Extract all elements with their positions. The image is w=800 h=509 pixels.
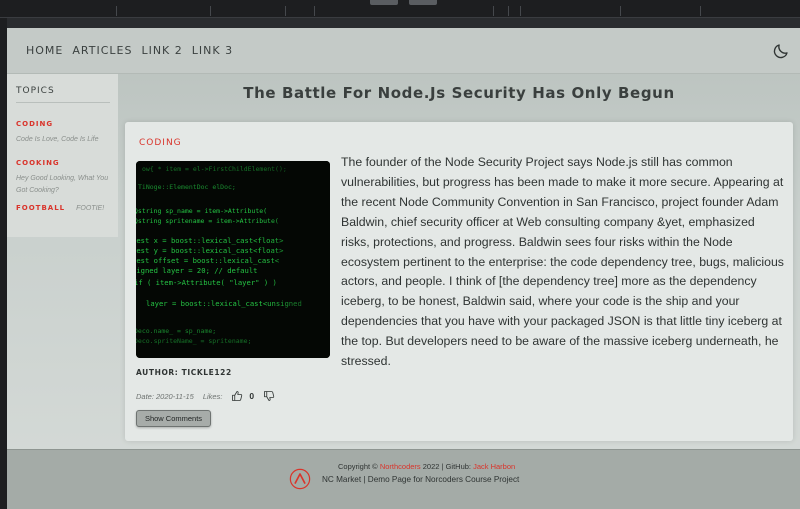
- toolbar-button[interactable]: [409, 0, 437, 5]
- footer-copyright: Copyright © Northcoders 2022 | GitHub: J…: [338, 462, 515, 471]
- browser-toolbar-strip: [0, 0, 800, 18]
- github-link[interactable]: Jack Harbon: [473, 462, 515, 471]
- article-image: ow{ * item = el->FirstChildElement(); Ti…: [136, 161, 330, 358]
- svg-text:Deco.spriteName_ = spritename;: Deco.spriteName_ = spritename;: [136, 337, 251, 345]
- article-card: CODING ow{ * item = el->FirstChildElemen…: [125, 122, 793, 441]
- svg-text:Qstring sp_name = item->Attrib: Qstring sp_name = item->Attribute(: [136, 207, 267, 215]
- toolbar-divider: [314, 6, 315, 16]
- toolbar-button[interactable]: [370, 0, 398, 5]
- toolbar-divider: [520, 6, 521, 16]
- page: HOME ARTICLES LINK 2 LINK 3 TOPICS CODIN…: [7, 28, 800, 509]
- nav-links: HOME ARTICLES LINK 2 LINK 3: [26, 44, 233, 57]
- nav-link-articles[interactable]: ARTICLES: [72, 44, 132, 57]
- toolbar-divider: [210, 6, 211, 16]
- toolbar-divider: [285, 6, 286, 16]
- sidebar-title: TOPICS: [16, 86, 110, 103]
- article-date: Date: 2020-11-15: [136, 391, 194, 401]
- svg-text:if ( item->Attribute( "layer": if ( item->Attribute( "layer" ) ): [136, 278, 277, 287]
- footer-tagline: NC Market | Demo Page for Norcoders Cour…: [322, 475, 520, 484]
- nav-link-2[interactable]: LINK 2: [141, 44, 182, 57]
- svg-text:Qstring spritename = item->Att: Qstring spritename = item->Attribute(: [136, 217, 279, 225]
- topic-coding: CODING Code Is Love, Code Is Life: [16, 113, 110, 146]
- window-gutter: [0, 18, 7, 509]
- article-topic[interactable]: CODING: [139, 138, 182, 148]
- thumbs-up-icon[interactable]: [231, 390, 243, 402]
- topics-sidebar: TOPICS CODING Code Is Love, Code Is Life…: [7, 74, 118, 237]
- show-comments-button[interactable]: Show Comments: [136, 410, 211, 427]
- topic-label[interactable]: FOOTBALL: [16, 204, 65, 212]
- topic-label[interactable]: COOKING: [16, 159, 60, 167]
- toolbar-divider: [508, 6, 509, 16]
- svg-text:test y = boost::lexical_cast<f: test y = boost::lexical_cast<float>: [136, 246, 284, 255]
- moon-icon[interactable]: [772, 42, 790, 60]
- topic-football: FOOTBALL FOOTIE!: [16, 203, 110, 215]
- footer: Copyright © Northcoders 2022 | GitHub: J…: [7, 449, 800, 509]
- page-title: The Battle For Node.Js Security Has Only…: [243, 84, 675, 102]
- svg-text:test offset = boost::lexical_c: test offset = boost::lexical_cast<: [136, 256, 280, 265]
- copyright-mid: 2022 | GitHub:: [422, 462, 471, 471]
- topic-description: Hey Good Looking, What You Got Cooking?: [16, 175, 109, 194]
- svg-text:ow{ * item = el->FirstChildEle: ow{ * item = el->FirstChildElement();: [142, 165, 287, 173]
- topic-description: FOOTIE!: [76, 205, 105, 212]
- toolbar-divider: [493, 6, 494, 16]
- article-body: The founder of the Node Security Project…: [341, 155, 784, 369]
- svg-text:TiNoge::ElementDoc elDoc;: TiNoge::ElementDoc elDoc;: [138, 183, 236, 191]
- thumbs-down-icon[interactable]: [263, 390, 275, 402]
- svg-text:Deco.name_ = sp_name;: Deco.name_ = sp_name;: [136, 327, 216, 335]
- topic-label[interactable]: CODING: [16, 120, 53, 128]
- topic-cooking: COOKING Hey Good Looking, What You Got C…: [16, 152, 110, 197]
- svg-text:test x = boost::lexical_cast<f: test x = boost::lexical_cast<float>: [136, 236, 284, 245]
- nav-link-home[interactable]: HOME: [26, 44, 63, 57]
- copyright-prefix: Copyright ©: [338, 462, 378, 471]
- likes-label: Likes:: [202, 391, 223, 401]
- top-nav: HOME ARTICLES LINK 2 LINK 3: [7, 28, 800, 74]
- article-author: AUTHOR: TICKLE122: [136, 368, 232, 377]
- vote-count: 0: [249, 391, 255, 401]
- toolbar-divider: [116, 6, 117, 16]
- svg-text:signed layer = 20; // default: signed layer = 20; // default: [136, 266, 258, 275]
- northcoders-link[interactable]: Northcoders: [380, 462, 421, 471]
- nav-link-3[interactable]: LINK 3: [192, 44, 233, 57]
- topic-description: Code Is Love, Code Is Life: [16, 136, 99, 143]
- article-meta: Date: 2020-11-15 Likes: 0: [136, 390, 275, 402]
- toolbar-divider: [700, 6, 701, 16]
- nc-logo-icon: [289, 468, 311, 490]
- toolbar-divider: [620, 6, 621, 16]
